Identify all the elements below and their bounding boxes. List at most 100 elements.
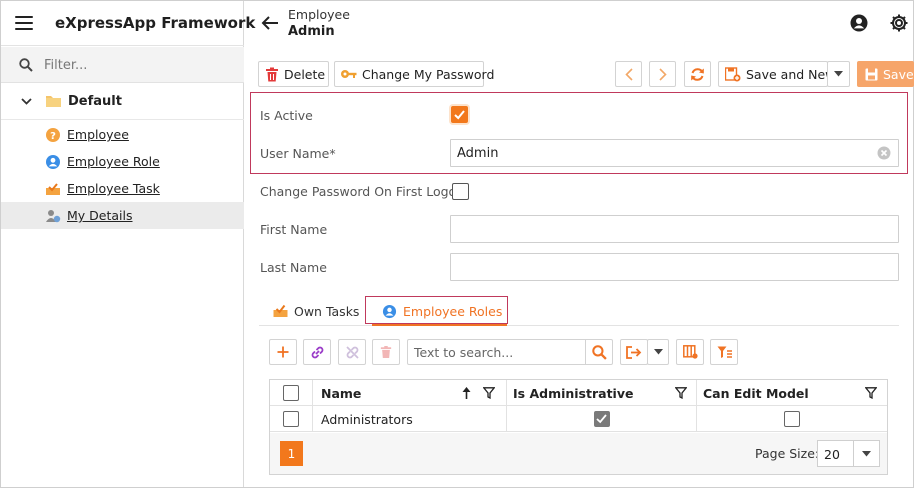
trash-icon [380,346,392,358]
page-size-select[interactable]: 20 [817,440,880,467]
search-icon [19,58,33,72]
sidebar-item-employee-role[interactable]: Employee Role [1,148,244,175]
floppy-icon [865,68,878,80]
cell-name: Administrators [313,406,507,432]
link-role-button[interactable] [303,339,331,365]
is-active-label: Is Active [260,108,313,123]
filter-builder-button[interactable] [710,339,738,365]
column-filter-icon[interactable] [675,387,687,399]
chevron-left-icon [624,67,633,81]
chevron-right-icon [658,67,667,81]
search-icon [591,344,607,360]
save-label: Save [883,66,914,82]
first-name-label: First Name [260,222,328,237]
user-account-icon[interactable] [850,14,868,32]
table-row[interactable]: Administrators [270,406,887,432]
chevron-down-icon[interactable] [20,95,33,108]
navigation-filter[interactable]: Filter... [1,47,244,83]
delete-role-button[interactable] [372,339,400,365]
next-record-button[interactable] [649,61,676,87]
detail-tabs: Own Tasks Employee Roles [259,296,899,326]
navigation-pane: eXpressApp Framework Filter... Default ?… [1,1,255,487]
change-password-checkbox[interactable] [452,183,469,200]
clear-icon[interactable] [877,146,891,160]
filter-placeholder: Filter... [44,58,88,73]
delete-button[interactable]: Delete [258,61,329,87]
column-header-is-administrative[interactable]: Is Administrative [507,380,697,406]
change-password-on-first-logon-label: Change Password On First Logon [260,184,465,199]
refresh-icon [691,67,704,81]
grid-search-button[interactable] [585,340,612,364]
save-and-new-button[interactable]: Save and New [718,61,835,87]
folder-icon [46,96,61,107]
column-filter-icon[interactable] [483,387,495,399]
select-all-checkbox[interactable] [283,385,299,401]
filter-builder-icon [717,346,732,358]
nav-group-label: Default [68,94,122,109]
first-name-input[interactable] [450,215,899,243]
highlight-frame-tab [365,296,508,324]
detail-header: Employee Admin [245,1,913,46]
sidebar-item-label: Employee Role [67,154,160,169]
sidebar-item-label: Employee Task [67,181,160,196]
column-header-name[interactable]: Name [313,380,507,406]
cell-is-administrative [507,406,697,432]
page-size-value: 20 [824,447,840,462]
back-arrow-icon[interactable] [261,15,279,31]
tab-own-tasks[interactable]: Own Tasks [273,296,359,326]
sidebar-item-label: My Details [67,208,133,223]
own-tasks-icon [273,304,288,317]
column-header-can-edit-model[interactable]: Can Edit Model [697,380,887,406]
export-dropdown[interactable] [647,339,669,365]
page-number-button[interactable]: 1 [280,441,303,466]
gear-icon[interactable] [889,13,909,33]
plus-icon [277,346,289,358]
sidebar-item-my-details[interactable]: My Details [1,202,244,229]
roles-grid: Name Is Administrative Can Edit Model Ad… [269,379,888,475]
column-chooser-button[interactable] [676,339,704,365]
export-icon [626,345,642,359]
caret-down-icon [862,450,871,456]
page-size-dropdown[interactable] [853,441,879,466]
check-icon [454,110,465,120]
export-button[interactable] [620,339,648,365]
employee-task-icon [46,183,60,195]
save-and-new-dropdown[interactable] [827,61,850,87]
user-name-input[interactable]: Admin [450,139,899,167]
save-and-new-label: Save and New [746,66,836,82]
save-button[interactable]: Save [857,61,914,87]
sidebar-item-employee[interactable]: ? Employee [1,121,244,148]
page-size-label: Page Size: [755,446,820,461]
refresh-button[interactable] [684,61,711,87]
link-icon [311,346,323,358]
my-details-icon [46,210,61,223]
column-filter-icon[interactable] [865,387,877,399]
svg-text:?: ? [50,131,56,142]
grid-header-row: Name Is Administrative Can Edit Model [270,380,887,406]
last-name-label: Last Name [260,260,327,275]
sidebar-item-employee-task[interactable]: Employee Task [1,175,244,202]
user-name-label: User Name* [260,146,336,161]
breadcrumb-parent: Employee [288,7,350,22]
user-name-value: Admin [457,146,499,161]
cell-can-edit-model [697,406,887,432]
is-active-checkbox[interactable] [451,106,468,123]
column-header-label: Is Administrative [513,385,634,401]
last-name-input[interactable] [450,253,899,281]
nav-group-default[interactable]: Default [1,84,244,120]
grid-pager: 1 Page Size: 20 [270,433,887,474]
change-password-button[interactable]: Change My Password [334,61,494,87]
row-select-checkbox[interactable] [283,411,299,427]
previous-record-button[interactable] [615,61,642,87]
unlink-role-button[interactable] [338,339,366,365]
column-header-label: Can Edit Model [703,385,809,401]
trash-icon [266,67,278,81]
header-select-cell [270,380,313,406]
grid-search-input[interactable]: Text to search... [407,339,613,365]
add-role-button[interactable] [269,339,297,365]
column-chooser-icon [682,345,698,359]
caret-down-icon [834,71,843,77]
grid-search-placeholder: Text to search... [414,345,514,360]
sort-ascending-icon[interactable] [462,387,471,399]
hamburger-menu-icon[interactable] [15,16,33,30]
